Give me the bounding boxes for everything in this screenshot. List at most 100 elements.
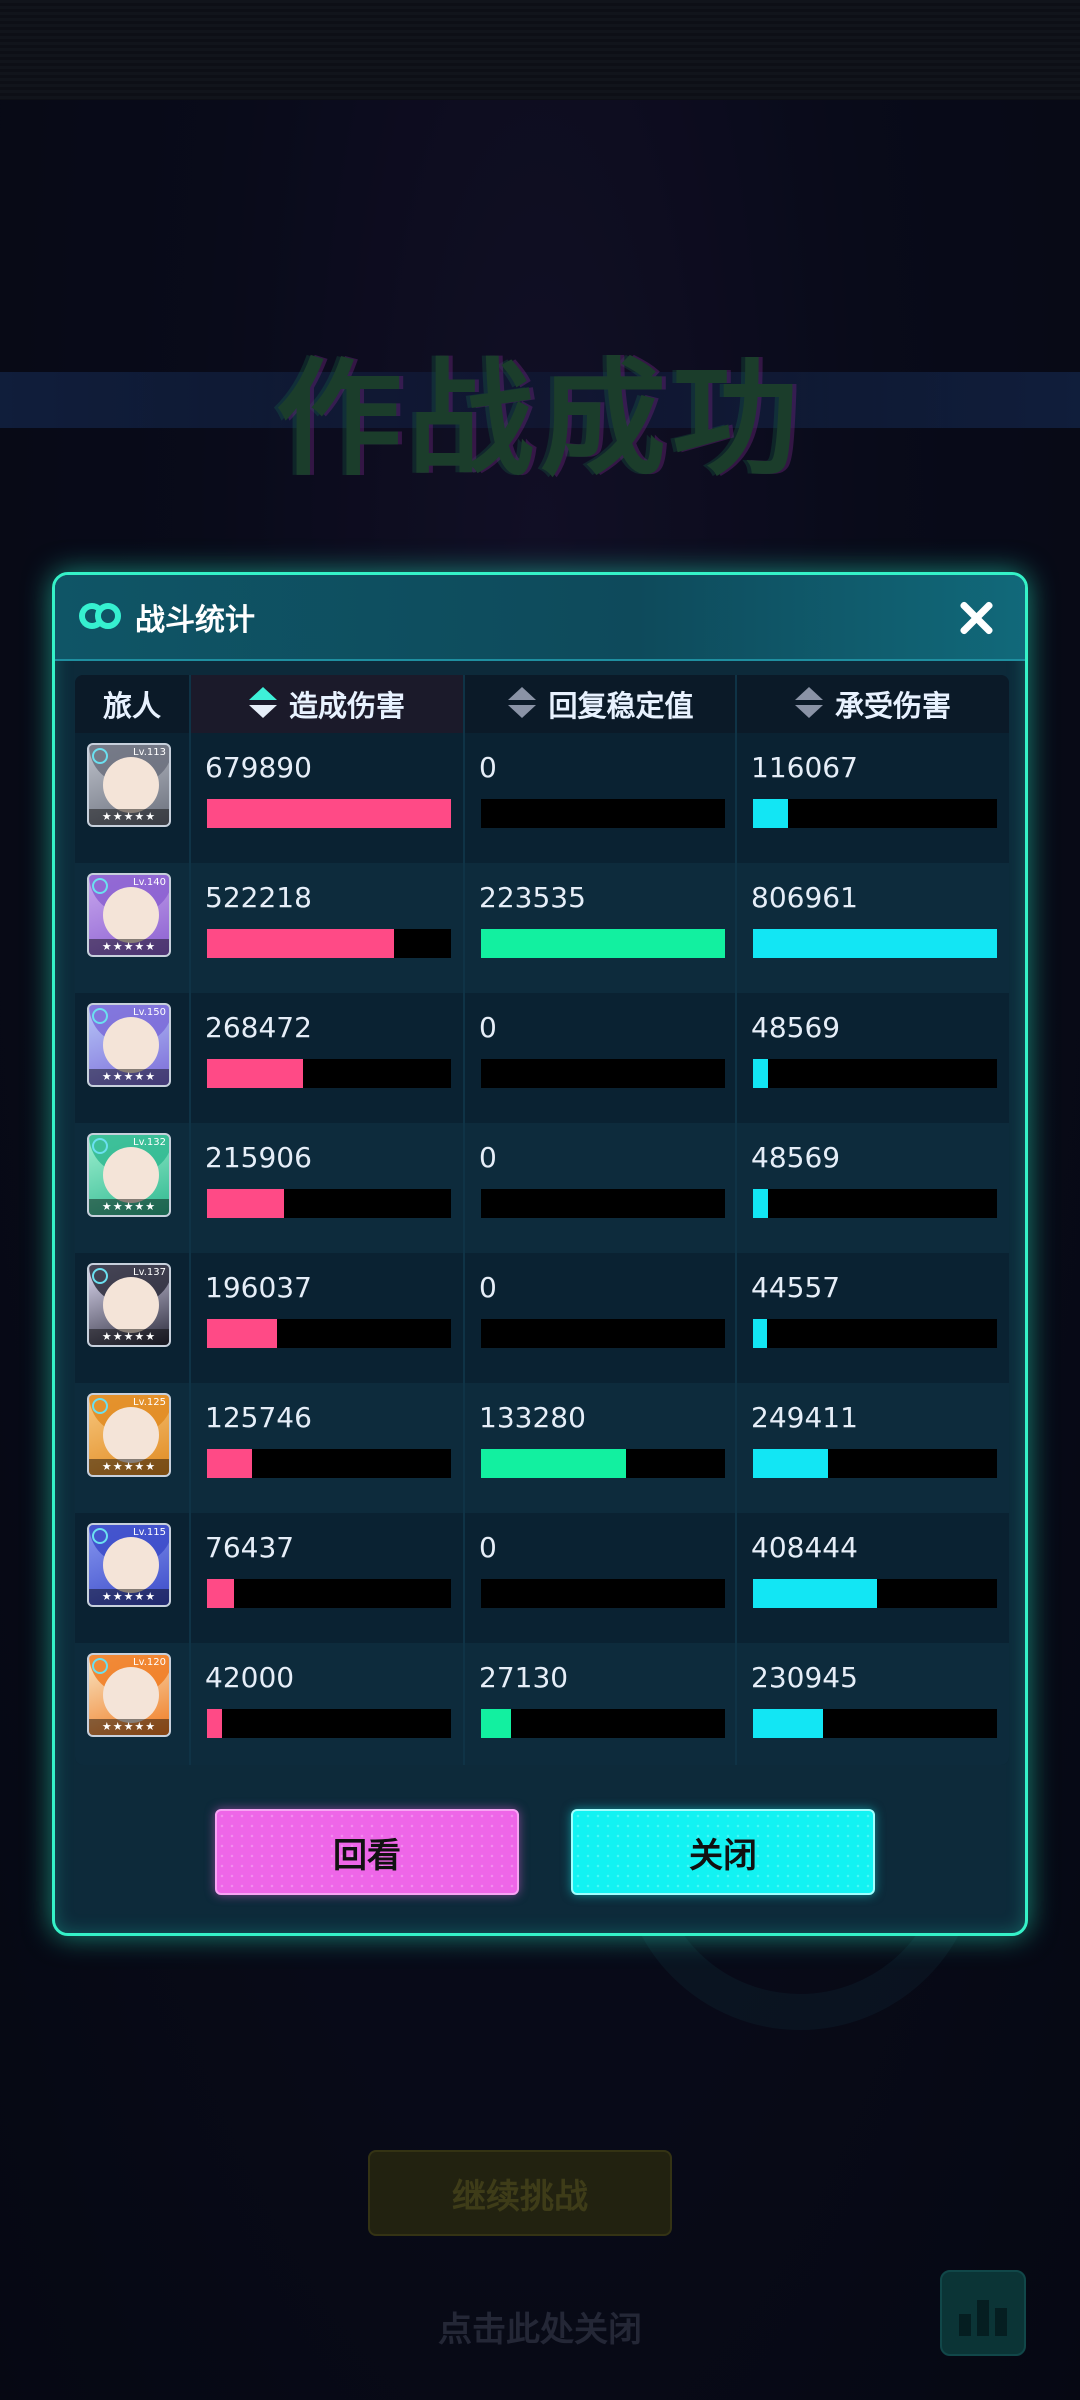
stat-value: 48569 xyxy=(751,1141,841,1174)
cell-recovery: 223535 xyxy=(465,863,737,993)
star-rating: ★★★★★ xyxy=(89,1069,169,1085)
table-row: Lv.137 ★★★★★ 196037 0 44557 xyxy=(75,1253,1009,1383)
dialog-header: 战斗统计 xyxy=(55,575,1025,661)
stat-bar-fill xyxy=(207,929,394,958)
stat-bar-track xyxy=(207,1709,451,1738)
cell-recovery: 0 xyxy=(465,1253,737,1383)
stat-bar-fill xyxy=(207,799,451,828)
cell-damage-dealt: 215906 xyxy=(191,1123,463,1253)
cell-damage-taken: 48569 xyxy=(737,1123,1009,1253)
cell-recovery: 0 xyxy=(465,1513,737,1643)
level-label: Lv.132 xyxy=(133,1137,166,1148)
cell-damage-dealt: 522218 xyxy=(191,863,463,993)
cell-damage-taken: 408444 xyxy=(737,1513,1009,1643)
table-row: Lv.113 ★★★★★ 679890 0 116067 xyxy=(75,733,1009,863)
level-label: Lv.120 xyxy=(133,1657,166,1668)
stat-bar-fill xyxy=(481,929,725,958)
level-label: Lv.125 xyxy=(133,1397,166,1408)
stat-value: 0 xyxy=(479,1011,497,1044)
stat-value: 223535 xyxy=(479,881,586,914)
level-label: Lv.115 xyxy=(133,1527,166,1538)
stat-bar-track xyxy=(207,1319,451,1348)
stat-value: 0 xyxy=(479,1271,497,1304)
col-damage-taken-sort[interactable]: 承受伤害 xyxy=(737,675,1009,733)
stat-value: 0 xyxy=(479,1141,497,1174)
cell-damage-taken: 116067 xyxy=(737,733,1009,863)
traveler-avatar[interactable]: Lv.115 ★★★★★ xyxy=(87,1523,171,1607)
stat-value: 0 xyxy=(479,751,497,784)
stat-bar-track xyxy=(753,1319,997,1348)
stat-bar-track xyxy=(753,1579,997,1608)
replay-button[interactable]: 回看 xyxy=(215,1809,519,1895)
col-damage-dealt-sort[interactable]: 造成伤害 xyxy=(191,675,463,733)
stat-bar-fill xyxy=(207,1449,252,1478)
cell-damage-taken: 806961 xyxy=(737,863,1009,993)
star-rating: ★★★★★ xyxy=(89,1719,169,1735)
traveler-avatar[interactable]: Lv.113 ★★★★★ xyxy=(87,743,171,827)
stat-bar-track xyxy=(207,1449,451,1478)
table-row: Lv.125 ★★★★★ 125746 133280 249411 xyxy=(75,1383,1009,1513)
col-damage-taken-label: 承受伤害 xyxy=(834,689,951,723)
stat-bar-track xyxy=(207,799,451,828)
cell-damage-taken: 44557 xyxy=(737,1253,1009,1383)
traveler-avatar[interactable]: Lv.132 ★★★★★ xyxy=(87,1133,171,1217)
star-rating: ★★★★★ xyxy=(89,809,169,825)
stat-bar-fill xyxy=(207,1189,284,1218)
stat-bar-fill xyxy=(753,929,997,958)
stat-bar-fill xyxy=(753,1059,768,1088)
stat-bar-fill xyxy=(753,1709,823,1738)
stat-value: 133280 xyxy=(479,1401,586,1434)
traveler-avatar[interactable]: Lv.137 ★★★★★ xyxy=(87,1263,171,1347)
stat-value: 196037 xyxy=(205,1271,312,1304)
traveler-avatar[interactable]: Lv.125 ★★★★★ xyxy=(87,1393,171,1477)
traveler-avatar[interactable]: Lv.140 ★★★★★ xyxy=(87,873,171,957)
column-divider xyxy=(735,675,737,1765)
table-header: 旅人 造成伤害 回复稳定值 承受伤害 xyxy=(75,675,1009,733)
stat-bar-track xyxy=(481,1319,725,1348)
stat-value: 806961 xyxy=(751,881,858,914)
traveler-avatar[interactable]: Lv.150 ★★★★★ xyxy=(87,1003,171,1087)
level-label: Lv.150 xyxy=(133,1007,166,1018)
stat-value: 249411 xyxy=(751,1401,858,1434)
col-traveler: 旅人 xyxy=(102,689,161,723)
dialog-title: 战斗统计 xyxy=(135,603,255,638)
cell-damage-dealt: 76437 xyxy=(191,1513,463,1643)
cell-damage-taken: 230945 xyxy=(737,1643,1009,1765)
cell-damage-dealt: 679890 xyxy=(191,733,463,863)
stat-bar-track xyxy=(207,1189,451,1218)
stat-bar-fill xyxy=(753,1189,768,1218)
cell-damage-dealt: 196037 xyxy=(191,1253,463,1383)
stat-bar-fill xyxy=(481,1709,511,1738)
close-icon[interactable] xyxy=(955,597,997,639)
class-emblem-icon xyxy=(92,1268,108,1284)
stat-value: 0 xyxy=(479,1531,497,1564)
cell-recovery: 133280 xyxy=(465,1383,737,1513)
star-rating: ★★★★★ xyxy=(89,1459,169,1475)
stat-bar-track xyxy=(207,1059,451,1088)
stats-table: Lv.113 ★★★★★ 679890 0 116067 Lv.140 ★★★★★ 52221… xyxy=(75,675,1009,1765)
traveler-avatar[interactable]: Lv.120 ★★★★★ xyxy=(87,1653,171,1737)
col-damage-dealt-label: 造成伤害 xyxy=(288,689,405,723)
stat-value: 44557 xyxy=(751,1271,841,1304)
star-rating: ★★★★★ xyxy=(89,1589,169,1605)
level-label: Lv.140 xyxy=(133,877,166,888)
close-button[interactable]: 关闭 xyxy=(571,1809,875,1895)
stat-bar-track xyxy=(753,1189,997,1218)
star-rating: ★★★★★ xyxy=(89,939,169,955)
cell-damage-dealt: 42000 xyxy=(191,1643,463,1765)
cell-damage-taken: 249411 xyxy=(737,1383,1009,1513)
stat-bar-track xyxy=(207,929,451,958)
stat-bar-fill xyxy=(207,1579,234,1608)
col-recovery-sort[interactable]: 回复稳定值 xyxy=(465,675,737,733)
sort-icon xyxy=(248,687,277,721)
class-emblem-icon xyxy=(92,748,108,764)
star-rating: ★★★★★ xyxy=(89,1199,169,1215)
stat-value: 230945 xyxy=(751,1661,858,1694)
stat-bar-fill xyxy=(207,1709,222,1738)
cell-recovery: 27130 xyxy=(465,1643,737,1765)
stat-bar-fill xyxy=(753,1449,828,1478)
stat-bar-track xyxy=(481,1189,725,1218)
stat-bar-fill xyxy=(753,1579,877,1608)
stat-value: 42000 xyxy=(205,1661,295,1694)
sort-icon xyxy=(508,687,537,721)
